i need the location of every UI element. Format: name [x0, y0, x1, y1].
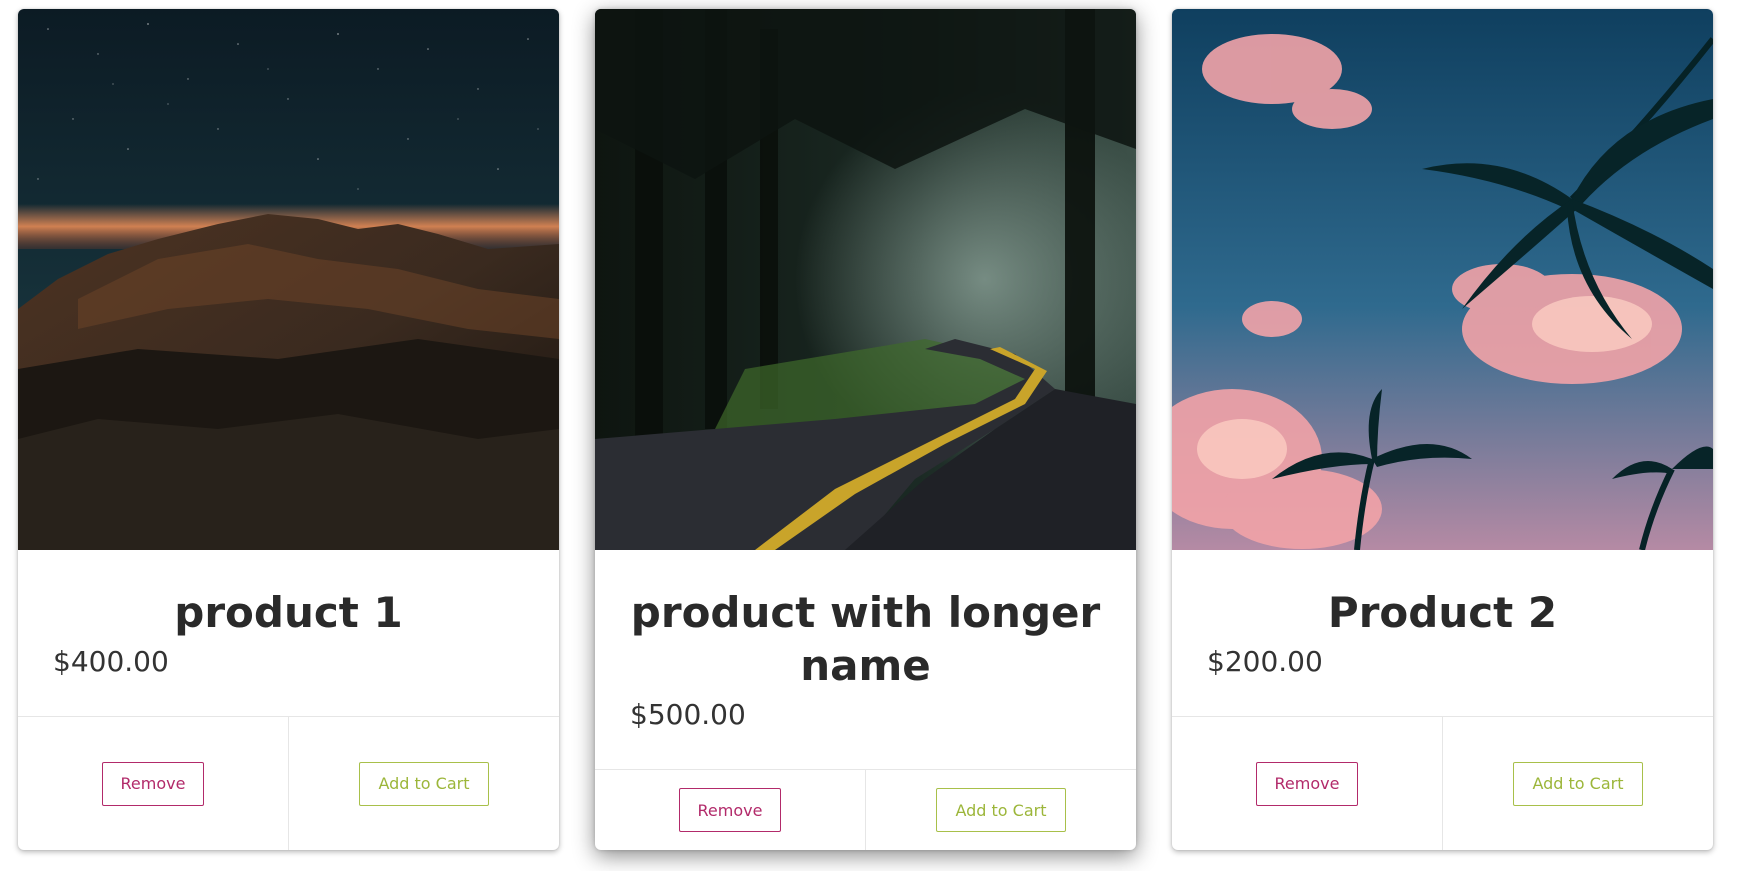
- add-to-cart-button[interactable]: Add to Cart: [359, 761, 489, 806]
- product-title: product with longer name: [630, 588, 1101, 690]
- product-info: product 1 $400.00: [18, 550, 559, 679]
- add-cell: Add to Cart: [865, 770, 1136, 850]
- product-card: Product 2 $200.00 Remove Add to Cart: [1172, 9, 1713, 850]
- remove-button[interactable]: Remove: [102, 761, 204, 806]
- product-card: product 1 $400.00 Remove Add to Cart: [18, 9, 559, 850]
- product-price: $500.00: [630, 698, 746, 731]
- remove-cell: Remove: [18, 717, 288, 850]
- remove-button[interactable]: Remove: [679, 788, 781, 832]
- product-title: Product 2: [1327, 588, 1558, 637]
- product-title: product 1: [174, 588, 403, 637]
- remove-button[interactable]: Remove: [1256, 761, 1358, 806]
- add-cell: Add to Cart: [288, 717, 559, 850]
- card-actions: Remove Add to Cart: [1172, 716, 1713, 850]
- add-cell: Add to Cart: [1442, 717, 1713, 850]
- product-image-palm-trees: [1172, 9, 1713, 550]
- remove-cell: Remove: [1172, 717, 1442, 850]
- add-to-cart-button[interactable]: Add to Cart: [936, 788, 1066, 832]
- product-grid: product 1 $400.00 Remove Add to Cart pro…: [0, 0, 1737, 871]
- product-image-night-mountain: [18, 9, 559, 550]
- product-info: product with longer name $500.00: [595, 550, 1136, 732]
- product-info: Product 2 $200.00: [1172, 550, 1713, 679]
- product-price: $200.00: [1207, 645, 1323, 678]
- product-card: product with longer name $500.00 Remove …: [595, 9, 1136, 850]
- card-actions: Remove Add to Cart: [595, 769, 1136, 850]
- product-image-forest-road: [595, 9, 1136, 550]
- card-actions: Remove Add to Cart: [18, 716, 559, 850]
- remove-cell: Remove: [595, 770, 865, 850]
- add-to-cart-button[interactable]: Add to Cart: [1513, 761, 1643, 806]
- product-price: $400.00: [53, 645, 169, 678]
